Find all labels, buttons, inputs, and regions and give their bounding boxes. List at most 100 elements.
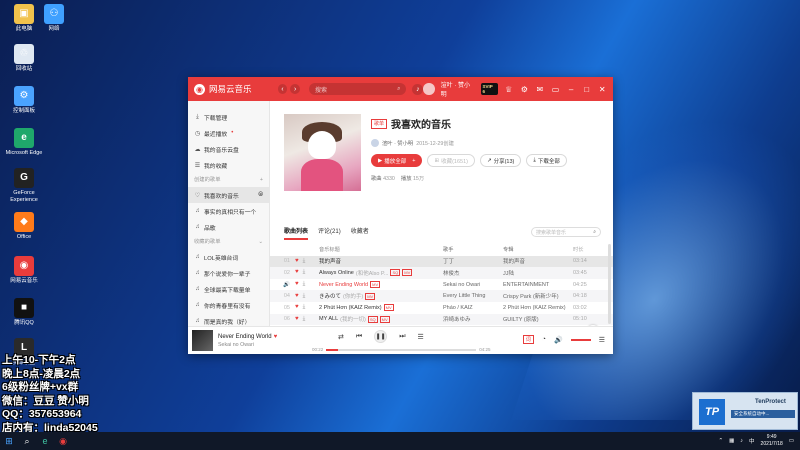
back-icon[interactable]: ‹ xyxy=(277,84,288,94)
sidebar-item-created[interactable]: ♫ 品歌 xyxy=(188,219,269,235)
like-icon[interactable]: ♥ xyxy=(295,304,299,311)
desktop-icon[interactable]: G GeForce Experience xyxy=(4,168,44,203)
edge-icon[interactable]: e xyxy=(36,432,54,450)
song-title[interactable]: きみのて (你的手) MV xyxy=(319,292,443,300)
mini-mode-icon[interactable]: ▭ xyxy=(551,85,561,94)
collect-button[interactable]: ⊞ 收藏(1651) xyxy=(427,154,475,167)
app-logo[interactable]: ◉ 网易云音乐 xyxy=(194,83,278,95)
col-album[interactable]: 专辑 xyxy=(503,246,573,253)
col-title[interactable]: 音乐标题 xyxy=(319,246,443,253)
play-mode-icon[interactable]: ⇄ xyxy=(338,333,344,341)
progress-bar[interactable] xyxy=(326,348,477,351)
download-icon[interactable]: ⤓ xyxy=(303,281,306,288)
desktop-icon[interactable]: ♲ 回收站 xyxy=(4,44,44,73)
col-artist[interactable]: 歌手 xyxy=(443,246,503,253)
tab-collectors[interactable]: 收藏者 xyxy=(351,226,369,240)
pause-button[interactable]: ❚❚ xyxy=(374,330,388,343)
mail-icon[interactable]: ✉ xyxy=(535,85,545,94)
song-title[interactable]: 我的声音 xyxy=(319,257,443,265)
voice-search-icon[interactable]: ♪ xyxy=(412,83,424,95)
netease-taskbar-icon[interactable]: ◉ xyxy=(54,432,72,450)
song-title[interactable]: Always Online (和他Also P... SQ MV xyxy=(319,269,443,277)
table-row[interactable]: 02 ♥ ⤓ Always Online (和他Also P... SQ MV 林俊杰 JJ陆 0… xyxy=(270,267,613,279)
sound-effect-icon[interactable]: ◔ xyxy=(542,336,546,343)
table-row[interactable]: 05 ♥ ⤓ 2 Phút Hơn (KAIZ Remix) MV Pháo / KAIZ… xyxy=(270,302,613,314)
table-row[interactable]: 04 ♥ ⤓ きみのて (你的手) MV Every Little Thing Crispy … xyxy=(270,290,613,302)
volume-slider[interactable] xyxy=(570,338,591,341)
scrollbar[interactable] xyxy=(608,244,611,324)
user-name[interactable]: 渲叶 · 赞小明 xyxy=(441,80,475,98)
close-icon[interactable]: ✕ xyxy=(597,85,607,94)
download-icon[interactable]: ⤓ xyxy=(303,316,306,323)
sidebar-item-collected[interactable]: ♫ 全球最高下载量单 xyxy=(188,281,269,297)
table-row[interactable]: 🔊 ♥ ⤓ Never Ending World MV Sekai no Owari ENT… xyxy=(270,279,613,291)
sidebar-item-top[interactable]: ☰ 我的收藏 xyxy=(188,157,269,173)
volume-icon[interactable]: 🔊 xyxy=(554,336,563,344)
speaker-icon[interactable]: ♪ xyxy=(740,438,743,444)
tenprotect-notification[interactable]: TP TenProtect 安全系统自动中... xyxy=(692,392,798,430)
song-album[interactable]: 我的声音 xyxy=(503,257,573,265)
download-icon[interactable]: ⤓ xyxy=(303,304,306,311)
maximize-icon[interactable]: □ xyxy=(582,85,592,94)
song-album[interactable]: JJ陆 xyxy=(503,269,573,277)
sidebar-item-collected[interactable]: ♫ 你的青春里有没有 xyxy=(188,297,269,313)
now-playing-title[interactable]: Never Ending World xyxy=(218,334,272,340)
now-playing-cover[interactable] xyxy=(192,330,213,351)
lyric-button[interactable]: 词 xyxy=(522,335,534,344)
search-input[interactable]: 搜索 ⌕ xyxy=(308,83,407,95)
song-artist[interactable]: Every Little Thing xyxy=(443,293,503,299)
desktop-icon[interactable]: e Microsoft Edge xyxy=(4,128,44,157)
song-artist[interactable]: 浜崎あゆみ xyxy=(443,315,503,323)
song-badge[interactable]: MV xyxy=(370,281,381,289)
sidebar-item-created[interactable]: ♡ 我喜欢的音乐 ⦾ xyxy=(188,187,269,203)
song-badge[interactable]: MV xyxy=(379,315,390,323)
song-badge[interactable]: MV xyxy=(402,269,413,277)
desktop-icon[interactable]: ◆ Office xyxy=(4,212,44,241)
heartbeat-mode-icon[interactable]: ⦾ xyxy=(258,192,263,199)
skin-icon[interactable]: ♕ xyxy=(504,85,514,94)
song-badge[interactable]: MV xyxy=(365,292,376,300)
like-icon[interactable]: ♥ xyxy=(295,269,299,276)
notification-icon[interactable]: ▭ xyxy=(789,438,794,444)
add-to-queue-icon[interactable]: + xyxy=(412,158,415,164)
song-artist[interactable]: 丁丁 xyxy=(443,257,503,265)
download-all-button[interactable]: ⤓ 下载全部 xyxy=(526,154,567,167)
tab-song-list[interactable]: 歌曲列表 xyxy=(284,226,309,240)
desktop-icon[interactable]: ■ 腾讯QQ xyxy=(4,298,44,327)
table-row[interactable]: 01 ♥ ⤓ 我的声音 丁丁 我的声音 03:14 xyxy=(270,255,613,268)
song-badge[interactable]: MV xyxy=(383,304,394,312)
desktop-icon[interactable]: ◉ 网易云音乐 xyxy=(4,256,44,285)
network-icon[interactable]: ▦ xyxy=(729,438,734,444)
user-avatar[interactable] xyxy=(423,83,435,95)
song-artist[interactable]: Sekai no Owari xyxy=(443,282,503,288)
settings-icon[interactable]: ⚙ xyxy=(520,85,530,94)
like-icon[interactable]: ♥ xyxy=(295,258,299,265)
song-artist[interactable]: Pháo / KAIZ xyxy=(443,305,503,311)
like-icon[interactable]: ♥ xyxy=(295,293,299,300)
download-icon[interactable]: ⤓ xyxy=(303,293,306,300)
desktop-icon[interactable]: ⚇ 网络 xyxy=(34,4,74,33)
song-title[interactable]: Never Ending World MV xyxy=(319,281,443,289)
tray-arrow-icon[interactable]: ⌃ xyxy=(718,438,723,444)
search-icon[interactable]: ⌕ xyxy=(18,432,36,450)
song-title[interactable]: 2 Phút Hơn (KAIZ Remix) MV xyxy=(319,304,443,312)
share-button[interactable]: ↗ 分享(13) xyxy=(479,154,522,167)
like-icon[interactable]: ♥ xyxy=(295,316,299,323)
start-icon[interactable]: ⊞ xyxy=(0,432,18,450)
song-album[interactable]: ENTERTAINMENT xyxy=(503,282,573,288)
creator-avatar[interactable] xyxy=(371,139,379,147)
sidebar-item-collected[interactable]: ♫ 那个说爱你一辈子 xyxy=(188,265,269,281)
sidebar-item-created[interactable]: ♫ 事实的真相只有一个 xyxy=(188,203,269,219)
playlist-queue-icon[interactable]: ☰ xyxy=(418,333,424,341)
next-icon[interactable]: ⏭ xyxy=(399,333,405,341)
song-title[interactable]: MY ALL (我的一切) SQ MV xyxy=(319,315,443,323)
song-artist[interactable]: 林俊杰 xyxy=(443,269,503,277)
forward-icon[interactable]: › xyxy=(290,84,300,94)
creator-name[interactable]: 渲叶 · 赞小明 xyxy=(382,139,413,147)
like-icon[interactable]: ♥ xyxy=(295,281,299,288)
play-all-button[interactable]: ▶ 播放全部 + xyxy=(371,154,423,167)
add-playlist-icon[interactable]: + xyxy=(260,173,263,187)
col-time[interactable]: 时长 xyxy=(573,246,598,253)
download-icon[interactable]: ⤓ xyxy=(303,269,306,276)
sidebar-item-top[interactable]: ◷ 最近播放 • xyxy=(188,125,269,141)
